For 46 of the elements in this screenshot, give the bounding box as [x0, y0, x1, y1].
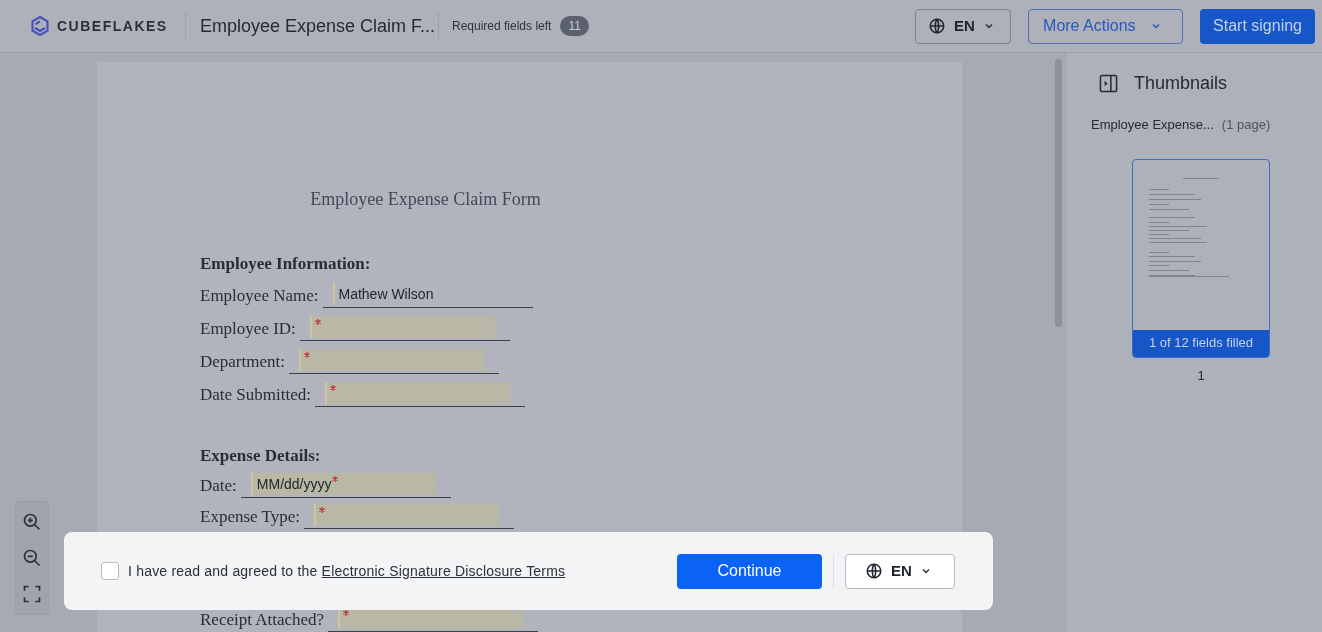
agree-checkbox[interactable]: [101, 562, 119, 580]
input-field[interactable]: [299, 315, 510, 341]
required-fields-label: Required fields left: [452, 18, 552, 35]
document-title: Employee Expense Claim F...: [200, 14, 437, 38]
panel-title: Thumbnails: [1134, 72, 1228, 95]
count-badge: 11: [560, 16, 589, 36]
logo-icon: [30, 15, 50, 37]
globe-icon: [865, 562, 883, 580]
language-dropdown[interactable]: EN: [915, 8, 1012, 44]
required-icon: [329, 385, 336, 391]
panel-toggle-icon[interactable]: [1099, 74, 1118, 93]
field-label: Date Submitted:: [200, 383, 311, 406]
field-label: Department:: [200, 350, 285, 373]
required-icon: [343, 610, 350, 616]
required-icon: [331, 476, 338, 482]
globe-icon: [928, 17, 947, 35]
field-label: Receipt Attached?: [200, 608, 325, 631]
document-heading: Employee Expense Claim Form: [310, 188, 541, 211]
field-label: Employee Name:: [200, 284, 319, 307]
section-heading: Employee Information:: [200, 253, 372, 273]
brand-name: CUBEFLAKES: [57, 16, 168, 36]
required-icon: [314, 319, 321, 325]
input-field[interactable]: [304, 503, 514, 529]
disclosure-terms-link[interactable]: Electronic Signature Disclosure Terms: [321, 562, 566, 579]
scrollbar-thumb[interactable]: [1055, 59, 1062, 327]
section-heading: Expense Details:: [200, 445, 322, 465]
required-icon: [303, 352, 310, 358]
zoom-out-icon[interactable]: [22, 548, 42, 568]
fullscreen-icon[interactable]: [22, 584, 42, 604]
fields-filled-label: 1 of 12 fields filled: [1133, 329, 1269, 357]
continue-button[interactable]: Continue: [677, 553, 822, 589]
input-field[interactable]: [314, 381, 525, 407]
field-label: Date:: [200, 474, 237, 497]
start-signing-button[interactable]: Start signing: [1200, 8, 1315, 44]
field-label: Expense Type:: [200, 505, 300, 528]
input-field[interactable]: [288, 348, 499, 374]
zoom-in-icon[interactable]: [22, 512, 42, 532]
document-name: Employee Expense...: [1091, 116, 1214, 134]
page-number: 1: [1197, 366, 1205, 385]
field-label: Employee ID:: [200, 317, 296, 340]
agreement-text: I have read and agreed to the Electronic Signature Disclosure Terms: [128, 561, 566, 581]
input-field[interactable]: Mathew Wilson: [322, 282, 533, 308]
page-thumbnail[interactable]: 1 of 12 fields filled: [1132, 158, 1270, 358]
required-icon: [319, 507, 325, 513]
language-dropdown[interactable]: EN: [845, 553, 955, 589]
page-count: (1 page): [1221, 116, 1271, 134]
